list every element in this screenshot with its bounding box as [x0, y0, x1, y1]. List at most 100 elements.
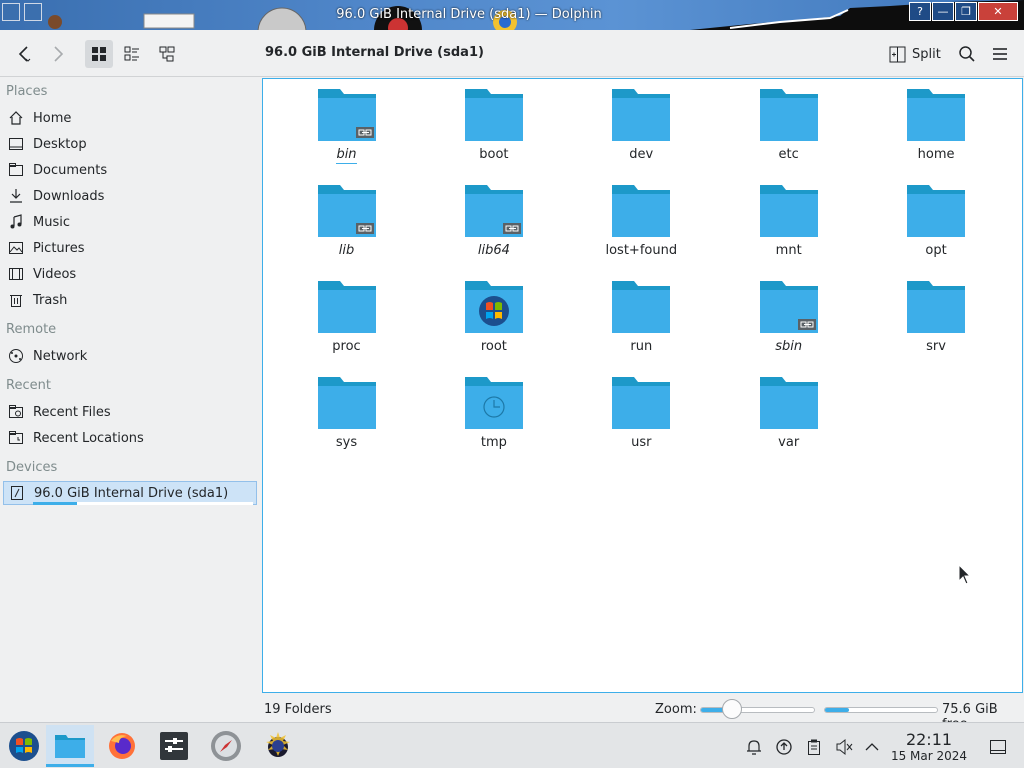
folder-item[interactable]: lost+found [568, 185, 715, 263]
tree-view-button[interactable] [153, 40, 181, 68]
location-breadcrumb[interactable]: 96.0 GiB Internal Drive (sda1) [265, 45, 484, 60]
sidebar-item-downloads[interactable]: Downloads [3, 184, 257, 208]
drive-capacity-bar [33, 502, 253, 505]
folder-name: sys [335, 435, 358, 450]
toolbar: 96.0 GiB Internal Drive (sda1) Split [0, 30, 1024, 77]
folder-name: boot [479, 147, 509, 162]
tray-clipboard[interactable] [804, 737, 824, 757]
folder-icon [612, 185, 671, 237]
show-desktop-button[interactable] [988, 737, 1008, 757]
section-title-remote: Remote [6, 322, 57, 337]
drive-capacity-fill [33, 502, 77, 505]
chevron-left-icon [18, 46, 31, 62]
back-button[interactable] [10, 40, 38, 68]
network-icon [8, 348, 24, 364]
folder-icon [317, 377, 376, 429]
hamburger-menu-icon [993, 48, 1007, 60]
folder-item[interactable]: etc [715, 89, 862, 167]
sidebar-item-home[interactable]: Home [3, 106, 257, 130]
bomb-game-icon [266, 732, 290, 757]
zoom-slider-handle[interactable] [722, 699, 743, 719]
zoom-slider[interactable] [700, 707, 815, 713]
maximize-button[interactable]: ❐ [955, 2, 977, 21]
folder-item[interactable]: mnt [715, 185, 862, 263]
folder-item[interactable]: tmp [420, 377, 567, 455]
section-title-recent: Recent [6, 378, 51, 393]
menu-button[interactable] [986, 40, 1014, 68]
folder-item[interactable]: boot [420, 89, 567, 167]
folder-item[interactable]: proc [273, 281, 420, 359]
clock[interactable]: 22:11 15 Mar 2024 [888, 731, 970, 764]
sidebar-item-label: Desktop [33, 136, 87, 152]
folder-item[interactable]: srv [863, 281, 1010, 359]
symlink-emblem-icon [502, 223, 521, 234]
sidebar-item-label: Recent Locations [33, 430, 144, 446]
sidebar-item-recent-files[interactable]: Recent Files [3, 400, 257, 424]
folder-item[interactable]: lib [273, 185, 420, 263]
free-space-bar[interactable] [824, 707, 938, 713]
sidebar-item-label: Music [33, 214, 70, 230]
folder-icon [464, 281, 523, 333]
sidebar-item-documents[interactable]: Documents [3, 158, 257, 182]
folder-item[interactable]: sys [273, 377, 420, 455]
sidebar-item-recent-locations[interactable]: Recent Locations [3, 426, 257, 450]
tray-volume[interactable] [834, 737, 854, 757]
forward-button[interactable] [44, 40, 72, 68]
start-menu-button[interactable] [0, 725, 48, 767]
folder-item[interactable]: bin [273, 89, 420, 167]
folder-item[interactable]: sbin [715, 281, 862, 359]
sidebar-item-trash[interactable]: Trash [3, 288, 257, 312]
start-menu-icon [9, 731, 39, 761]
folder-item[interactable]: dev [568, 89, 715, 167]
sidebar-item-label: Documents [33, 162, 108, 178]
folder-item[interactable]: run [568, 281, 715, 359]
sidebar-item-videos[interactable]: Videos [3, 262, 257, 286]
sidebar-item-pictures[interactable]: Pictures [3, 236, 257, 260]
window-titlebar[interactable]: 96.0 GiB Internal Drive (sda1) — Dolphin… [0, 0, 1024, 30]
sidebar-item-label: Pictures [33, 240, 85, 256]
minimize-button[interactable]: — [932, 2, 954, 21]
sidebar-item-network[interactable]: Network [3, 344, 257, 368]
trash-icon [8, 292, 24, 308]
search-button[interactable] [953, 40, 981, 68]
symlink-emblem-icon [797, 319, 816, 330]
symlink-emblem-icon [355, 127, 374, 138]
folder-icon [464, 89, 523, 141]
folder-item[interactable]: root [420, 281, 567, 359]
zoom-label: Zoom: [655, 702, 697, 717]
search-icon [959, 46, 975, 62]
sidebar-item-label: Home [33, 110, 72, 126]
sidebar-item-desktop[interactable]: Desktop [3, 132, 257, 156]
folder-item[interactable]: home [863, 89, 1010, 167]
taskbar-bomb-game[interactable] [254, 725, 302, 767]
notifications-icon [747, 740, 761, 755]
tray-notifications[interactable] [744, 737, 764, 757]
volume-muted-icon [836, 738, 853, 756]
folder-icon [612, 281, 671, 333]
folder-icon [907, 281, 966, 333]
konsole-icon [160, 732, 188, 760]
details-view-button[interactable] [118, 40, 146, 68]
folder-name: lost+found [605, 243, 678, 258]
folder-view[interactable]: bin boot dev etc home lib lib64 lost+found mnt op… [262, 78, 1023, 693]
tray-expand-button[interactable] [862, 737, 882, 757]
folder-item[interactable]: lib64 [420, 185, 567, 263]
sidebar-item-music[interactable]: Music [3, 210, 257, 234]
help-button[interactable]: ? [909, 2, 931, 21]
tray-updates[interactable] [774, 737, 794, 757]
folder-item[interactable]: var [715, 377, 862, 455]
taskbar-safari[interactable] [202, 725, 250, 767]
taskbar-konsole[interactable] [150, 725, 198, 767]
tree-view-icon [159, 46, 175, 62]
dolphin-icon [55, 734, 85, 758]
folder-item[interactable]: usr [568, 377, 715, 455]
split-button[interactable]: Split [889, 42, 941, 66]
taskbar-dolphin[interactable] [46, 725, 94, 767]
folder-icon [317, 281, 376, 333]
close-button[interactable]: ✕ [978, 2, 1018, 21]
folder-name: usr [631, 435, 652, 450]
taskbar: 22:11 15 Mar 2024 [0, 722, 1024, 768]
taskbar-firefox[interactable] [98, 725, 146, 767]
icons-view-button[interactable] [85, 40, 113, 68]
folder-item[interactable]: opt [863, 185, 1010, 263]
